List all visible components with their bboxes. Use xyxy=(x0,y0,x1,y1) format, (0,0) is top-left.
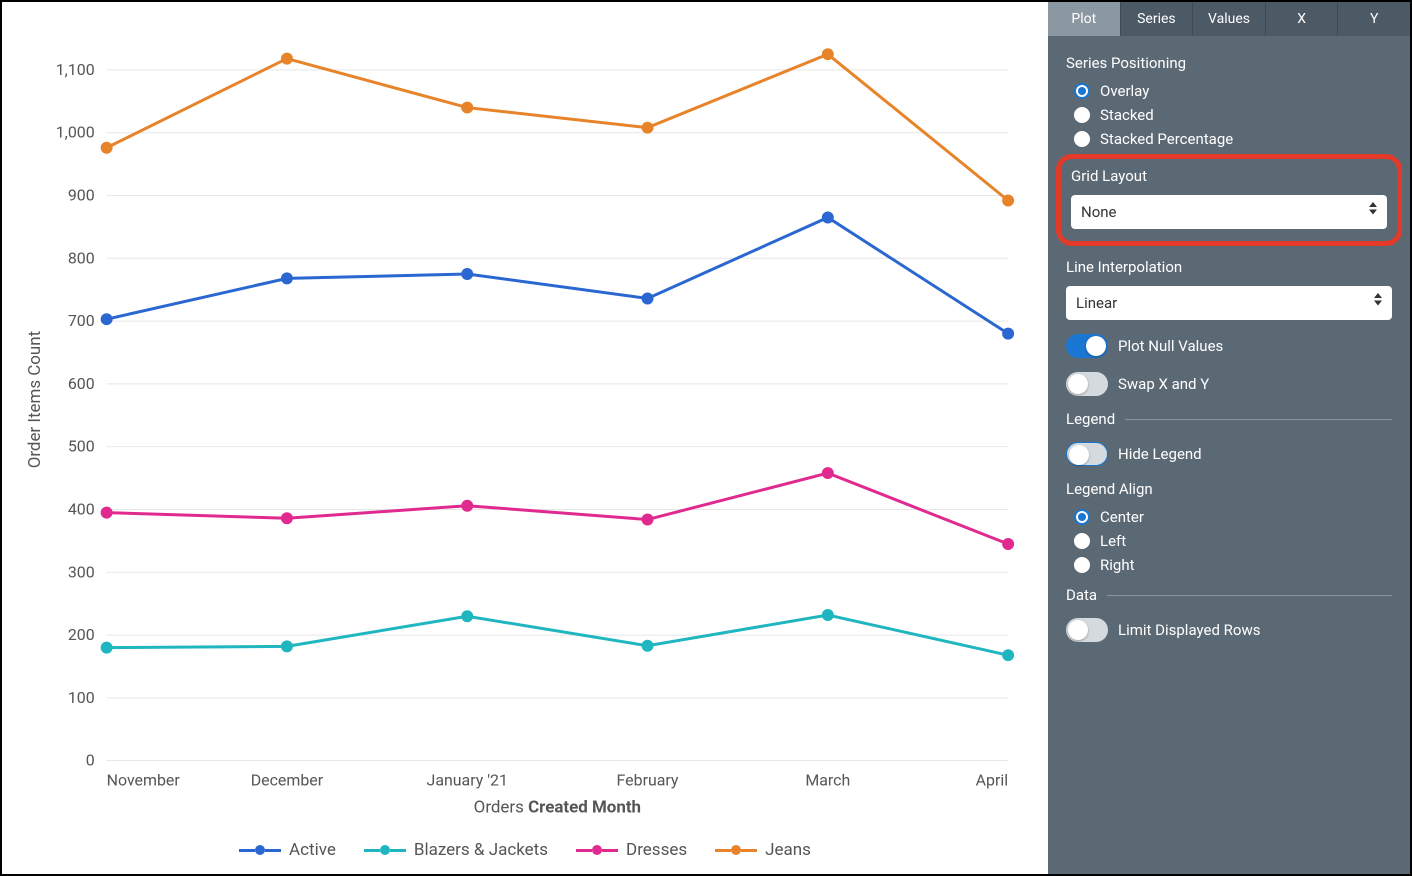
svg-text:500: 500 xyxy=(68,437,95,456)
legend-label: Blazers & Jackets xyxy=(414,840,548,860)
line-interpolation-label: Line Interpolation xyxy=(1066,258,1392,276)
svg-text:300: 300 xyxy=(68,562,95,581)
tab-y[interactable]: Y xyxy=(1338,2,1410,36)
legend-align-label: Legend Align xyxy=(1066,480,1392,498)
series-positioning-option-label: Stacked Percentage xyxy=(1100,130,1233,148)
svg-text:600: 600 xyxy=(68,374,95,393)
chart-panel: 0 100 200 300 400 500 600 700 800 900 1,000 1,100 No… xyxy=(2,2,1048,874)
settings-sidebar: PlotSeriesValuesXY Series Positioning Ov… xyxy=(1048,2,1410,874)
toggle-switch-icon xyxy=(1066,618,1108,642)
tab-values[interactable]: Values xyxy=(1193,2,1266,36)
toggle-switch-icon xyxy=(1066,334,1108,358)
legend-item-blazers-jackets[interactable]: Blazers & Jackets xyxy=(364,840,548,860)
grid-layout-highlight: Grid Layout None xyxy=(1056,154,1402,246)
series-positioning-option-label: Overlay xyxy=(1100,82,1149,100)
line-interpolation-select[interactable]: Linear xyxy=(1066,286,1392,320)
settings-tabs: PlotSeriesValuesXY xyxy=(1048,2,1410,36)
legend-align-option-right[interactable]: Right xyxy=(1074,556,1392,574)
svg-text:800: 800 xyxy=(68,248,95,267)
legend-marker-icon xyxy=(576,845,618,855)
series-positioning-label: Series Positioning xyxy=(1066,54,1392,72)
svg-text:1,100: 1,100 xyxy=(56,60,95,79)
legend-align-option-label: Center xyxy=(1100,508,1144,526)
legend-align-option-left[interactable]: Left xyxy=(1074,532,1392,550)
svg-text:900: 900 xyxy=(68,185,95,204)
hide-legend-toggle[interactable]: Hide Legend xyxy=(1066,442,1392,466)
limit-rows-label: Limit Displayed Rows xyxy=(1118,621,1260,639)
limit-rows-toggle[interactable]: Limit Displayed Rows xyxy=(1066,618,1392,642)
legend-section-header: Legend xyxy=(1066,410,1392,428)
series-positioning-option-stacked[interactable]: Stacked xyxy=(1074,106,1392,124)
data-header-label: Data xyxy=(1066,586,1097,604)
legend-marker-icon xyxy=(715,845,757,855)
legend-marker-icon xyxy=(239,845,281,855)
svg-text:700: 700 xyxy=(68,311,95,330)
svg-text:November: November xyxy=(107,771,181,790)
tab-plot[interactable]: Plot xyxy=(1048,2,1121,36)
radio-icon xyxy=(1074,131,1090,147)
radio-icon xyxy=(1074,533,1090,549)
legend-label: Active xyxy=(289,840,336,860)
grid-layout-label: Grid Layout xyxy=(1071,167,1387,185)
radio-icon xyxy=(1074,83,1090,99)
legend-item-dresses[interactable]: Dresses xyxy=(576,840,687,860)
svg-text:400: 400 xyxy=(68,499,95,518)
legend-header-label: Legend xyxy=(1066,410,1115,428)
legend-align-option-label: Left xyxy=(1100,532,1126,550)
svg-text:March: March xyxy=(805,771,850,790)
svg-text:0: 0 xyxy=(86,751,95,770)
svg-text:Order Items Count: Order Items Count xyxy=(25,331,45,468)
toggle-switch-icon xyxy=(1066,372,1108,396)
hide-legend-label: Hide Legend xyxy=(1118,445,1202,463)
svg-text:April: April xyxy=(976,771,1008,790)
svg-text:200: 200 xyxy=(68,625,95,644)
swap-xy-label: Swap X and Y xyxy=(1118,375,1209,393)
legend-align-option-center[interactable]: Center xyxy=(1074,508,1392,526)
series-positioning-option-label: Stacked xyxy=(1100,106,1154,124)
legend-label: Jeans xyxy=(765,840,811,860)
grid-layout-select[interactable]: None xyxy=(1071,195,1387,229)
svg-text:100: 100 xyxy=(68,688,95,707)
series-positioning-option-overlay[interactable]: Overlay xyxy=(1074,82,1392,100)
series-positioning-option-stacked-percentage[interactable]: Stacked Percentage xyxy=(1074,130,1392,148)
plot-null-label: Plot Null Values xyxy=(1118,337,1223,355)
line-chart: 0 100 200 300 400 500 600 700 800 900 1,000 1,100 No… xyxy=(12,12,1038,832)
legend-label: Dresses xyxy=(626,840,687,860)
legend-align-option-label: Right xyxy=(1100,556,1134,574)
tab-series[interactable]: Series xyxy=(1121,2,1194,36)
swap-xy-toggle[interactable]: Swap X and Y xyxy=(1066,372,1392,396)
legend-item-jeans[interactable]: Jeans xyxy=(715,840,811,860)
legend-marker-icon xyxy=(364,845,406,855)
tab-x[interactable]: X xyxy=(1266,2,1339,36)
svg-text:January '21: January '21 xyxy=(427,771,508,790)
plot-null-toggle[interactable]: Plot Null Values xyxy=(1066,334,1392,358)
svg-text:1,000: 1,000 xyxy=(56,123,95,142)
chart-legend: Active Blazers & Jackets Dresses Jeans xyxy=(12,836,1038,872)
svg-text:December: December xyxy=(251,771,324,790)
svg-text:Orders Created Month: Orders Created Month xyxy=(474,797,641,817)
radio-icon xyxy=(1074,107,1090,123)
svg-text:February: February xyxy=(617,771,679,790)
data-section-header: Data xyxy=(1066,586,1392,604)
toggle-switch-icon xyxy=(1066,442,1108,466)
legend-item-active[interactable]: Active xyxy=(239,840,336,860)
plot-settings-panel: Series Positioning Overlay Stacked Stacked… xyxy=(1048,36,1410,666)
radio-icon xyxy=(1074,509,1090,525)
radio-icon xyxy=(1074,557,1090,573)
